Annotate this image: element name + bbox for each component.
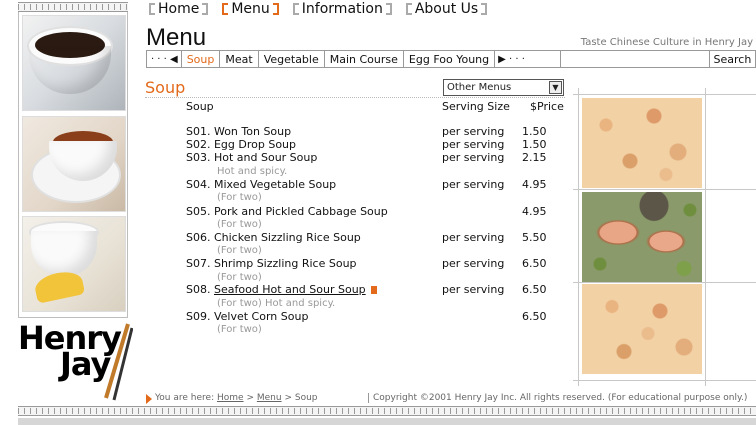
- frame-line: [573, 380, 756, 381]
- food-photo-stir-fry-2: [582, 284, 702, 374]
- lemon-tea-photo: [22, 216, 126, 312]
- breadcrumb-separator: >: [246, 393, 254, 403]
- nav-information[interactable]: Information: [290, 1, 395, 17]
- menu-item-name: S03. Hot and Sour Soup: [186, 151, 318, 164]
- left-column-border: [18, 12, 19, 317]
- menu-item-size: per serving: [442, 151, 505, 164]
- menu-item-note: Hot and spicy.: [217, 166, 288, 177]
- column-header-price: $Price: [530, 100, 564, 113]
- column-header-name: Soup: [186, 100, 214, 113]
- menu-item-size: per serving: [442, 138, 505, 151]
- menu-item-price: 6.50: [522, 257, 547, 270]
- menu-item-note: (For two): [217, 245, 262, 256]
- menu-item-name: S07. Shrimp Sizzling Rice Soup: [186, 257, 357, 270]
- menu-item-note: (For two): [217, 192, 262, 203]
- decorative-border-top: [18, 2, 128, 12]
- search-button[interactable]: Search: [710, 51, 755, 67]
- other-menus-value: Other Menus: [447, 82, 512, 93]
- breadcrumb-arrow-icon: [146, 394, 152, 404]
- tagline: Taste Chinese Culture in Henry Jay: [580, 37, 753, 48]
- menu-item-size: per serving: [442, 257, 505, 270]
- menu-item-price: 4.95: [522, 205, 547, 218]
- menu-item-name: S02. Egg Drop Soup: [186, 138, 297, 151]
- menu-item-price: 5.50: [522, 231, 547, 244]
- menu-item-note: (For two): [217, 272, 262, 283]
- tab-meat[interactable]: Meat: [220, 51, 259, 67]
- food-photo-salmon: [582, 192, 702, 282]
- menu-item-link[interactable]: Seafood Hot and Sour Soup: [214, 283, 366, 296]
- menu-item-number: S08.: [186, 283, 214, 296]
- coffee-cup-photo: [22, 15, 126, 111]
- menu-item-name: S05. Pork and Pickled Cabbage Soup: [186, 205, 388, 218]
- food-photo-stir-fry: [582, 98, 702, 188]
- decorative-border-bottom: [18, 406, 756, 416]
- tea-cup-photo: [22, 116, 126, 212]
- tab-vegetable[interactable]: Vegetable: [259, 51, 325, 67]
- menu-item-size: per serving: [442, 125, 505, 138]
- henry-jay-logo[interactable]: Henry Jay: [18, 320, 133, 402]
- frame-line: [705, 88, 706, 386]
- top-navigation: Home Menu Information About Us: [146, 0, 498, 18]
- menu-item-note: (For two): [217, 219, 262, 230]
- other-menus-select[interactable]: Other Menus ▼: [443, 79, 564, 96]
- menu-item-size: per serving: [442, 231, 505, 244]
- menu-item-name: S01. Won Ton Soup: [186, 125, 292, 138]
- menu-item-price: 6.50: [522, 310, 547, 323]
- menu-item-size: per serving: [442, 178, 505, 191]
- menu-item-price: 4.95: [522, 178, 547, 191]
- breadcrumb-current: Soup: [294, 393, 318, 403]
- breadcrumb-label: You are here:: [155, 393, 215, 403]
- menu-item-price: 6.50: [522, 283, 547, 296]
- menu-item-name: S04. Mixed Vegetable Soup: [186, 178, 337, 191]
- copyright-text: Copyright ©2001 Henry Jay Inc. All right…: [368, 393, 747, 403]
- tab-egg-foo-young[interactable]: Egg Foo Young: [404, 51, 496, 67]
- frame-line: [573, 189, 756, 190]
- nav-information-label: Information: [301, 1, 383, 17]
- left-column-border-bottom: [18, 317, 128, 318]
- category-tab-bar: · · · ◀ Soup Meat Vegetable Main Course …: [146, 50, 756, 68]
- nav-menu[interactable]: Menu: [219, 1, 281, 17]
- frame-line: [578, 88, 579, 386]
- column-header-serving-size: Serving Size: [442, 100, 510, 113]
- nav-home[interactable]: Home: [146, 1, 211, 17]
- breadcrumb: You are here: Home > Menu > Soup: [155, 393, 318, 403]
- breadcrumb-separator: >: [284, 393, 292, 403]
- search-input[interactable]: [560, 51, 710, 67]
- menu-item-name: S06. Chicken Sizzling Rice Soup: [186, 231, 361, 244]
- breadcrumb-menu-link[interactable]: Menu: [257, 393, 282, 403]
- page-title: Menu: [146, 24, 207, 51]
- nav-home-label: Home: [158, 1, 200, 17]
- menu-item-note: (For two): [217, 324, 262, 335]
- tabs-scroll-left-button[interactable]: · · · ◀: [147, 51, 182, 67]
- menu-item-size: per serving: [442, 283, 505, 296]
- section-title: Soup: [145, 78, 186, 97]
- divider: [145, 97, 565, 98]
- frame-line: [573, 94, 756, 95]
- nav-about-us-label: About Us: [414, 1, 479, 17]
- selected-marker-icon: [370, 286, 377, 294]
- bottom-band: [18, 418, 756, 425]
- left-column-border-right: [127, 12, 128, 317]
- menu-item-note: (For two) Hot and spicy.: [217, 298, 336, 309]
- frame-line: [573, 282, 756, 283]
- nav-about-us[interactable]: About Us: [403, 1, 490, 17]
- menu-item-price: 2.15: [522, 151, 547, 164]
- chevron-down-icon: ▼: [549, 81, 562, 94]
- tab-main-course[interactable]: Main Course: [325, 51, 404, 67]
- chopsticks-icon: [104, 323, 133, 401]
- menu-item-name: S09. Velvet Corn Soup: [186, 310, 309, 323]
- tabs-scroll-right-button[interactable]: ▶ · · ·: [495, 51, 561, 67]
- tab-soup[interactable]: Soup: [182, 51, 221, 67]
- breadcrumb-home-link[interactable]: Home: [217, 393, 244, 403]
- menu-item-price: 1.50: [522, 125, 547, 138]
- menu-item-price: 1.50: [522, 138, 547, 151]
- nav-menu-label: Menu: [231, 1, 270, 17]
